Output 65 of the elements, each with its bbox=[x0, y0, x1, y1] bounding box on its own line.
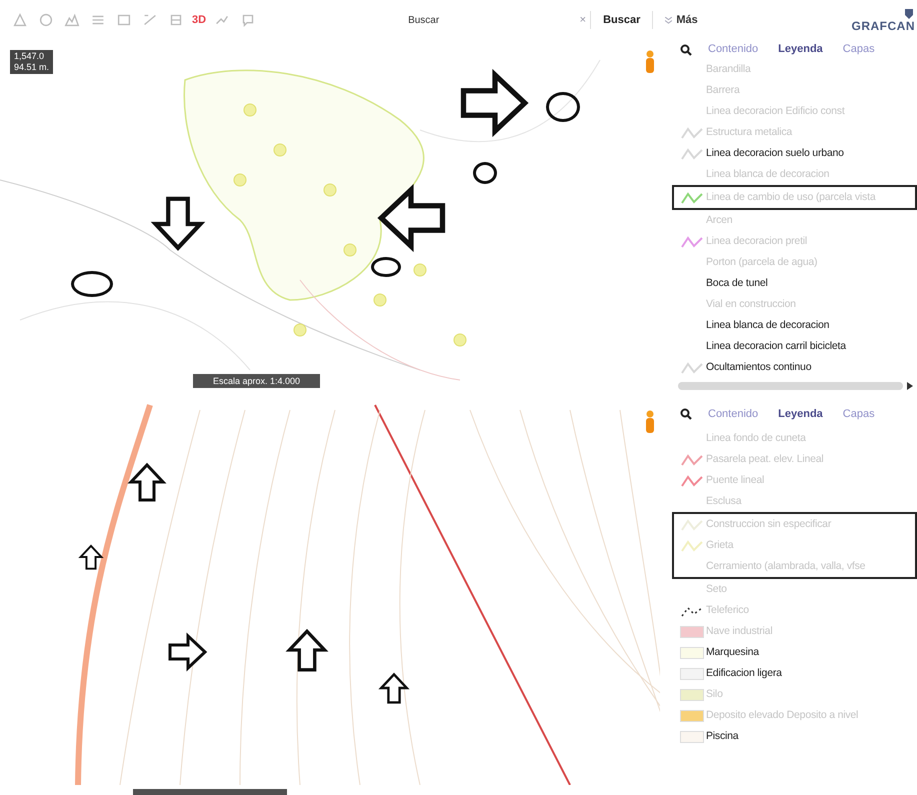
legend-label: Linea decoracion suelo urbano bbox=[706, 146, 844, 161]
scale-label: Escala aprox. 1:4.000 bbox=[193, 374, 320, 388]
3d-button[interactable]: 3D bbox=[192, 12, 206, 28]
legend-label: Nave industrial bbox=[706, 624, 772, 639]
legend-label: Linea blanca de decoracion bbox=[706, 166, 830, 182]
legend-label: Linea de cambio de uso (parcela vista bbox=[706, 190, 876, 205]
legend-label: Vial en construccion bbox=[706, 296, 796, 312]
arrow-annotation bbox=[150, 196, 206, 252]
legend-tab[interactable]: Capas bbox=[838, 41, 879, 58]
circle-annotation bbox=[71, 271, 113, 297]
legend-label: Linea blanca de decoracion bbox=[706, 318, 830, 333]
legend-tab[interactable]: Contenido bbox=[704, 41, 762, 58]
legend-label: Barrera bbox=[706, 82, 740, 98]
scroll-right-icon[interactable] bbox=[907, 382, 913, 390]
legend-label: Arcen bbox=[706, 212, 732, 228]
arrow-annotation bbox=[285, 628, 329, 672]
coordinate-text: 94.51 m. bbox=[14, 62, 50, 73]
legend-label: Piscina bbox=[706, 728, 738, 744]
legend-label: Edificacion ligera bbox=[706, 666, 782, 681]
legend-label: Linea fondo de cuneta bbox=[706, 430, 806, 446]
legend-tab[interactable]: Leyenda bbox=[774, 406, 827, 422]
legend-label: Barandilla bbox=[706, 62, 751, 77]
search-icon[interactable] bbox=[680, 408, 692, 420]
legend-label: Construccion sin especificar bbox=[706, 516, 832, 532]
clear-button[interactable]: × bbox=[576, 12, 590, 28]
search-button[interactable]: Buscar bbox=[591, 12, 652, 28]
double-chevron-icon bbox=[665, 16, 672, 24]
legend-label: Ocultamientos continuo bbox=[706, 360, 812, 375]
legend-label: Pasarela peat. elev. Lineal bbox=[706, 452, 824, 467]
scrollbar-track[interactable] bbox=[678, 382, 903, 390]
search-icon[interactable] bbox=[680, 44, 692, 56]
legend-label: Deposito elevado Deposito a nivel bbox=[706, 708, 858, 723]
legend-label: Teleferico bbox=[706, 602, 749, 618]
legend-label: Porton (parcela de agua) bbox=[706, 254, 818, 270]
circle-annotation bbox=[546, 92, 580, 122]
legend-label: Linea decoracion pretil bbox=[706, 234, 808, 249]
legend-label: Estructura metalica bbox=[706, 124, 792, 140]
tool-icon bbox=[11, 11, 29, 29]
legend-tab[interactable]: Capas bbox=[838, 406, 879, 422]
coordinate-text: 1,547.0 bbox=[14, 51, 46, 62]
more-button[interactable]: Más bbox=[653, 12, 710, 28]
legend-label: Seto bbox=[706, 582, 727, 597]
legend-label: Marquesina bbox=[706, 644, 759, 660]
legend-label: Boca de tunel bbox=[706, 276, 768, 291]
logo-icon bbox=[903, 8, 915, 20]
legend-label: Puente lineal bbox=[706, 472, 764, 488]
legend-label: Grieta bbox=[706, 538, 734, 553]
legend-label: Linea decoracion Edificio const bbox=[706, 104, 845, 119]
legend-label: Cerramiento (alambrada, valla, vfse bbox=[706, 558, 866, 574]
arrow-annotation bbox=[376, 183, 446, 253]
arrow-annotation bbox=[78, 544, 104, 570]
logo-text: GRAFCAN bbox=[852, 20, 915, 32]
legend-tab[interactable]: Leyenda bbox=[774, 41, 827, 58]
tool-icon bbox=[37, 11, 55, 29]
legend-label: Esclusa bbox=[706, 494, 742, 509]
circle-annotation bbox=[473, 162, 497, 184]
circle-annotation bbox=[371, 257, 401, 277]
legend-label: Silo bbox=[706, 686, 723, 702]
legend-label: Linea decoracion carril bicicleta bbox=[706, 338, 846, 354]
arrow-annotation bbox=[378, 672, 410, 704]
arrow-annotation bbox=[127, 462, 167, 502]
arrow-annotation bbox=[168, 632, 208, 672]
tool-icon bbox=[63, 11, 81, 29]
arrow-annotation bbox=[460, 68, 530, 138]
legend-tab[interactable]: Contenido bbox=[704, 406, 762, 422]
